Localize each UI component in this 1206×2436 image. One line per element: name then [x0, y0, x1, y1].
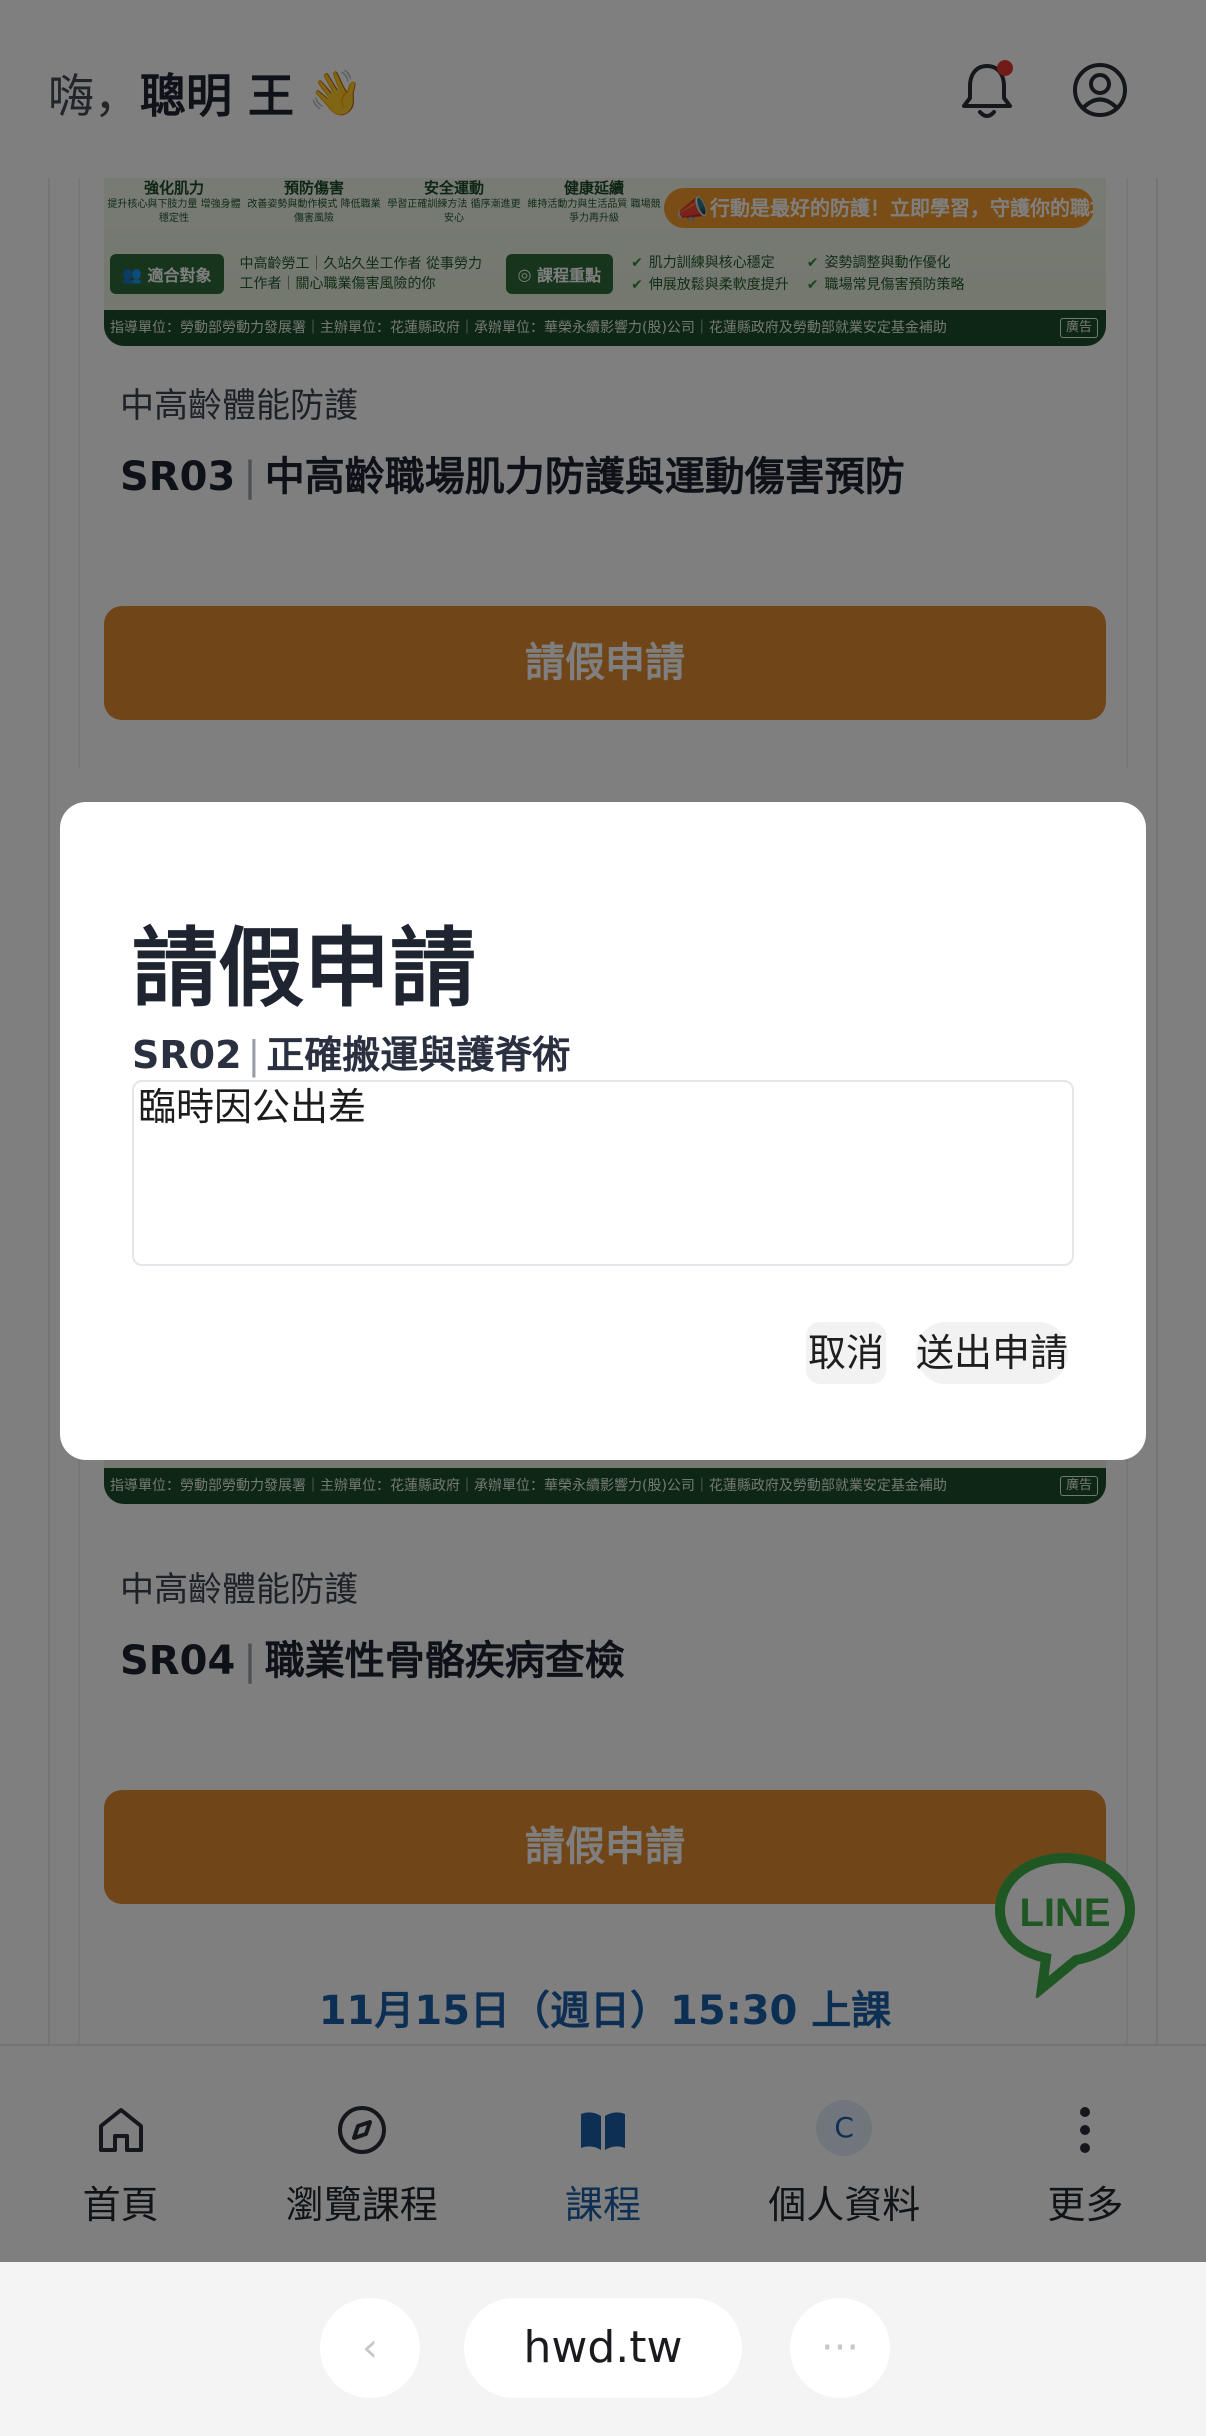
browser-back-button[interactable]: ‹	[320, 2298, 420, 2398]
address-bar[interactable]: hwd.tw	[464, 2298, 742, 2398]
leave-request-dialog: 請假申請 SR02 | 正確搬運與護脊術 臨時因公出差 取消 送出申請	[60, 802, 1146, 1460]
chevron-left-icon: ‹	[362, 2325, 378, 2371]
submit-request-button[interactable]: 送出申請	[916, 1322, 1068, 1384]
dialog-course: SR02 | 正確搬運與護脊術	[132, 1033, 571, 1077]
browser-toolbar: ‹ hwd.tw ···	[0, 2262, 1206, 2436]
ellipsis-icon: ···	[820, 2325, 860, 2371]
cancel-button[interactable]: 取消	[806, 1322, 886, 1384]
dialog-title: 請假申請	[132, 919, 476, 1019]
leave-reason-input[interactable]: 臨時因公出差	[132, 1080, 1074, 1266]
browser-more-button[interactable]: ···	[790, 2298, 890, 2398]
